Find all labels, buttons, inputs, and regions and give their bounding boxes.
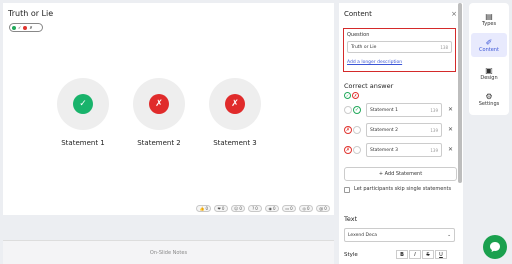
answer-row-1: ✓ Statement 1 139 ✕ [344,103,457,117]
delete-icon[interactable]: ✕ [448,106,453,113]
bold-button[interactable]: B [396,250,408,259]
question-icon: ? [252,206,255,211]
font-select[interactable]: Lexend Deca ⌄ [344,228,455,242]
true-toggle[interactable] [353,146,361,154]
add-description-link[interactable]: Add a longer description [347,60,402,65]
delete-icon[interactable]: ✕ [448,146,453,153]
chat-button[interactable] [483,235,507,259]
strikethrough-button[interactable]: S [422,250,434,259]
statement-label: Statement 3 [213,139,257,147]
panel-title: Content [344,10,372,18]
slide-title: Truth or Lie [8,9,54,18]
false-toggle[interactable]: ✗ [344,146,352,154]
reaction-count: ❤ 0 [214,205,228,212]
types-icon: ▤ [485,11,493,21]
reaction-count: @0 [316,205,330,212]
reaction-bar: 👍 0 ❤ 0 ☺ 0 ? 0 ◉ 0 ▭ 0 ◎ 0 @0 [196,205,330,212]
answer-legend: ✓ ✗ [9,23,43,32]
statement-input[interactable]: Statement 2 139 [366,123,442,137]
underline-button[interactable]: U [435,250,447,259]
statement-card-1: ✓ Statement 1 [53,78,113,147]
answer-row-3: ✗ Statement 3 139 ✕ [344,143,457,157]
side-tabs: ▤ Types ✐ Content ▣ Design ⚙ Settings [469,3,509,115]
false-dot-icon [23,25,28,30]
true-toggle[interactable]: ✓ [353,106,361,114]
cross-icon: ✗ [29,25,33,30]
people-icon: ◉ [268,206,272,211]
answer-row-2: ✗ Statement 2 139 ✕ [344,123,457,137]
delete-icon[interactable]: ✕ [448,126,453,133]
true-toggle[interactable] [353,126,361,134]
statement-label: Statement 1 [61,139,105,147]
on-slide-notes[interactable]: On-Slide Notes [3,240,334,264]
style-label: Style [344,251,358,258]
answer-key-legend: ✓ ✗ [344,92,359,99]
design-icon: ▣ [485,65,493,75]
char-count: 139 [430,128,438,133]
tab-design[interactable]: ▣ Design [471,61,507,85]
skip-checkbox[interactable] [344,187,350,193]
char-count: 138 [440,45,448,50]
comment-icon: ▭ [285,206,290,211]
tab-types[interactable]: ▤ Types [471,7,507,31]
char-count: 139 [430,148,438,153]
statement-card-3: ✗ Statement 3 [205,78,265,147]
content-panel: Content × Question Truth or Lie 138 Add … [339,3,463,264]
tab-settings[interactable]: ⚙ Settings [471,87,507,111]
statement-card-2: ✗ Statement 2 [129,78,189,147]
eye-icon: ◎ [302,206,306,211]
statement-label: Statement 2 [137,139,181,147]
tab-content[interactable]: ✐ Content [471,33,507,57]
skip-option: Let participants skip single statements [344,186,457,193]
false-toggle[interactable] [344,106,352,114]
text-section-title: Text [344,215,358,223]
content-icon: ✐ [485,37,493,47]
true-icon: ✓ [344,92,351,99]
reaction-count: ☺ 0 [231,205,245,212]
panel-scrollbar[interactable] [458,3,462,183]
check-icon: ✓ [18,25,22,30]
statement-input[interactable]: Statement 3 139 [366,143,442,157]
check-icon: ✓ [73,94,93,114]
slide-canvas[interactable]: Truth or Lie ✓ ✗ ✓ Statement 1 ✗ Stateme… [3,3,334,215]
close-icon[interactable]: × [451,10,457,18]
chat-icon [490,242,500,252]
cross-icon: ✗ [149,94,169,114]
style-row: Style B I S U [344,250,457,259]
statement-input[interactable]: Statement 1 139 [366,103,442,117]
laugh-icon: ☺ [234,206,239,211]
settings-icon: ⚙ [485,91,493,101]
false-icon: ✗ [352,92,359,99]
skip-label: Let participants skip single statements [354,186,452,192]
thumbs-up-icon: 👍 [199,206,205,211]
question-input[interactable]: Truth or Lie 138 [347,41,452,53]
add-statement-button[interactable]: + Add Statement [344,167,457,181]
question-label: Question [347,32,370,38]
chevron-down-icon: ⌄ [447,233,451,238]
at-icon: @ [319,206,324,211]
question-section: Question Truth or Lie 138 Add a longer d… [343,28,456,72]
reaction-count: ◉ 0 [265,205,279,212]
char-count: 139 [430,108,438,113]
true-dot-icon [12,25,16,30]
reaction-count: ? 0 [248,205,262,212]
reaction-count: ▭ 0 [282,205,296,212]
reaction-count: 👍 0 [196,205,211,212]
heart-icon: ❤ [217,206,221,211]
false-toggle[interactable]: ✗ [344,126,352,134]
correct-answer-title: Correct answer [344,82,394,90]
reaction-count: ◎ 0 [299,205,313,212]
cross-icon: ✗ [225,94,245,114]
italic-button[interactable]: I [409,250,421,259]
